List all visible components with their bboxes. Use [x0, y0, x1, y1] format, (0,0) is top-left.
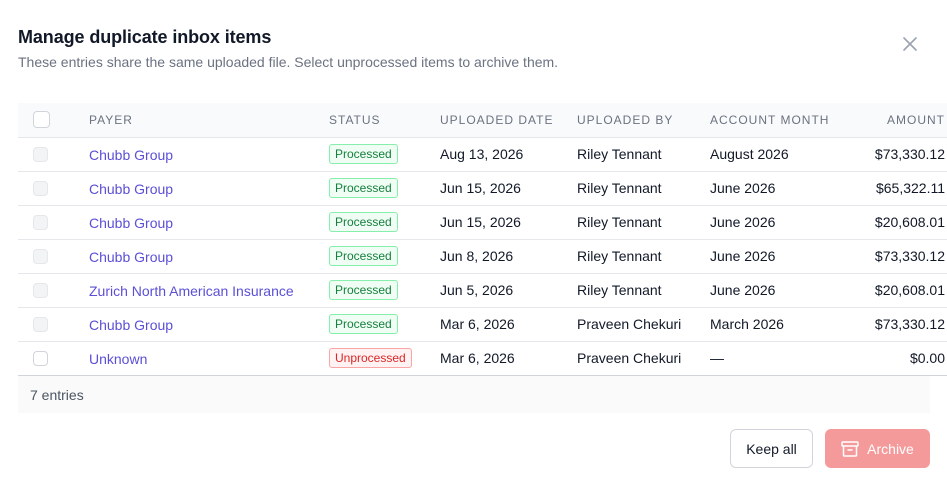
account-month-cell: June 2026: [710, 239, 845, 274]
account-month-cell: —: [710, 341, 845, 376]
uploaded-date-cell: Jun 15, 2026: [440, 205, 577, 240]
payer-link[interactable]: Chubb Group: [89, 215, 173, 231]
amount-cell: $0.00: [845, 341, 947, 376]
status-badge: Processed: [329, 246, 398, 266]
row-checkbox-cell: [18, 137, 89, 172]
table-row[interactable]: Chubb Group Processed Jun 15, 2026 Riley Te…: [18, 171, 947, 206]
header-checkbox-cell: [18, 103, 89, 138]
uploaded-by-cell: Riley Tennant: [577, 137, 710, 172]
duplicate-items-dialog: Manage duplicate inbox items These entri…: [0, 0, 947, 490]
row-checkbox[interactable]: [33, 350, 48, 366]
status-cell: Processed: [329, 137, 440, 172]
row-checkbox-cell: [18, 239, 89, 274]
payer-cell: Unknown: [89, 341, 329, 376]
archive-box-icon: [841, 440, 859, 457]
status-badge: Processed: [329, 178, 398, 198]
row-checkbox: [33, 316, 48, 332]
column-header-uploaded-date: UPLOADED DATE: [440, 103, 577, 138]
status-cell: Processed: [329, 171, 440, 206]
payer-link[interactable]: Chubb Group: [89, 317, 173, 333]
uploaded-date-cell: Jun 15, 2026: [440, 171, 577, 206]
payer-link[interactable]: Chubb Group: [89, 147, 173, 163]
payer-cell: Chubb Group: [89, 205, 329, 240]
entries-count: 7 entries: [30, 387, 84, 403]
status-badge: Processed: [329, 314, 398, 334]
archive-button-label: Archive: [867, 440, 914, 457]
payer-cell: Zurich North American Insurance: [89, 273, 329, 308]
uploaded-by-cell: Riley Tennant: [577, 171, 710, 206]
status-badge: Unprocessed: [329, 348, 412, 368]
row-checkbox: [33, 282, 48, 298]
status-badge: Processed: [329, 280, 398, 300]
amount-cell: $73,330.12: [845, 307, 947, 342]
amount-cell: $65,322.11: [845, 171, 947, 206]
account-month-cell: August 2026: [710, 137, 845, 172]
status-cell: Processed: [329, 239, 440, 274]
status-cell: Processed: [329, 205, 440, 240]
archive-button[interactable]: Archive: [825, 429, 930, 468]
row-checkbox: [33, 180, 48, 196]
table-row[interactable]: Chubb Group Processed Jun 8, 2026 Riley Ten…: [18, 239, 947, 274]
payer-cell: Chubb Group: [89, 239, 329, 274]
payer-link[interactable]: Chubb Group: [89, 249, 173, 265]
row-checkbox-cell: [18, 171, 89, 206]
payer-cell: Chubb Group: [89, 307, 329, 342]
uploaded-by-cell: Riley Tennant: [577, 273, 710, 308]
entries-table: PAYER STATUS UPLOADED DATE UPLOADED BY A…: [18, 103, 947, 376]
uploaded-by-cell: Riley Tennant: [577, 205, 710, 240]
account-month-cell: June 2026: [710, 205, 845, 240]
uploaded-by-cell: Praveen Chekuri: [577, 307, 710, 342]
status-cell: Processed: [329, 273, 440, 308]
uploaded-by-cell: Praveen Chekuri: [577, 341, 710, 376]
row-checkbox: [33, 146, 48, 162]
payer-cell: Chubb Group: [89, 137, 329, 172]
dialog-title: Manage duplicate inbox items: [18, 27, 272, 47]
uploaded-date-cell: Jun 8, 2026: [440, 239, 577, 274]
entries-table-container: PAYER STATUS UPLOADED DATE UPLOADED BY A…: [18, 103, 947, 413]
status-badge: Processed: [329, 212, 398, 232]
account-month-cell: June 2026: [710, 171, 845, 206]
close-icon: [903, 37, 917, 51]
payer-link[interactable]: Zurich North American Insurance: [89, 283, 294, 299]
amount-cell: $20,608.01: [845, 273, 947, 308]
status-badge: Processed: [329, 144, 398, 164]
payer-cell: Chubb Group: [89, 171, 329, 206]
row-checkbox: [33, 214, 48, 230]
column-header-uploaded-by: UPLOADED BY: [577, 103, 710, 138]
column-header-payer: PAYER: [89, 103, 329, 138]
account-month-cell: March 2026: [710, 307, 845, 342]
uploaded-date-cell: Jun 5, 2026: [440, 273, 577, 308]
column-header-amount: AMOUNT: [845, 103, 947, 138]
amount-cell: $73,330.12: [845, 137, 947, 172]
uploaded-date-cell: Aug 13, 2026: [440, 137, 577, 172]
row-checkbox-cell: [18, 273, 89, 308]
table-header-row: PAYER STATUS UPLOADED DATE UPLOADED BY A…: [18, 103, 947, 138]
select-all-checkbox[interactable]: [33, 111, 50, 129]
row-checkbox-cell: [18, 341, 89, 376]
keep-all-button[interactable]: Keep all: [730, 429, 813, 468]
row-checkbox-cell: [18, 205, 89, 240]
row-checkbox: [33, 248, 48, 264]
amount-cell: $20,608.01: [845, 205, 947, 240]
amount-cell: $73,330.12: [845, 239, 947, 274]
uploaded-date-cell: Mar 6, 2026: [440, 341, 577, 376]
status-cell: Unprocessed: [329, 341, 440, 376]
uploaded-date-cell: Mar 6, 2026: [440, 307, 577, 342]
status-cell: Processed: [329, 307, 440, 342]
table-row[interactable]: Chubb Group Processed Jun 15, 2026 Riley Te…: [18, 205, 947, 240]
column-header-status: STATUS: [329, 103, 440, 138]
dialog-subtitle: These entries share the same uploaded fi…: [18, 54, 559, 70]
table-row[interactable]: Zurich North American Insurance Processed…: [18, 273, 947, 308]
table-row[interactable]: Chubb Group Processed Mar 6, 2026 Praveen C…: [18, 307, 947, 342]
uploaded-by-cell: Riley Tennant: [577, 239, 710, 274]
row-checkbox-cell: [18, 307, 89, 342]
column-header-account-month: ACCOUNT MONTH: [710, 103, 845, 138]
account-month-cell: June 2026: [710, 273, 845, 308]
table-row[interactable]: Unknown Unprocessed Mar 6, 2026 Praveen Che…: [18, 341, 947, 376]
payer-link[interactable]: Unknown: [89, 351, 147, 367]
table-row[interactable]: Chubb Group Processed Aug 13, 2026 Riley Te…: [18, 137, 947, 172]
close-button[interactable]: [898, 32, 922, 56]
payer-link[interactable]: Chubb Group: [89, 181, 173, 197]
